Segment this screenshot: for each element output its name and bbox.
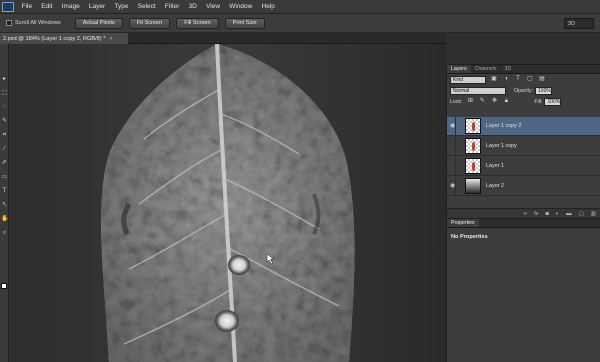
tab-properties[interactable]: Properties — [447, 219, 479, 227]
eraser-tool-icon[interactable]: ▭ — [1, 174, 8, 181]
close-icon[interactable]: × — [109, 36, 112, 42]
properties-panel: Properties No Properties — [447, 218, 600, 362]
tab-channels[interactable]: Channels — [471, 65, 501, 73]
leaf-image — [9, 44, 446, 362]
document-tab-title: 2.psd @ 184% (Layer 1 copy 2, RGB/8) * — [3, 35, 106, 42]
photoshop-logo-icon — [2, 1, 14, 12]
tab-layers[interactable]: Layers — [447, 65, 471, 73]
adjustment-filter-icon[interactable]: ◑ — [502, 76, 510, 83]
properties-panel-tabs: Properties — [447, 219, 600, 228]
panel-strip — [446, 33, 600, 65]
layer-row[interactable]: ◉ Layer 2 — [447, 176, 600, 196]
canvas-area[interactable] — [9, 44, 446, 362]
eye-icon[interactable]: ◉ — [450, 122, 455, 130]
print-size-button[interactable]: Print Size — [224, 17, 265, 29]
fx-icon[interactable]: fx — [534, 211, 538, 217]
menu-bar: File Edit Image Layer Type Select Filter… — [0, 0, 600, 14]
menu-file[interactable]: File — [17, 3, 37, 10]
layer-row[interactable]: ◉ Layer 1 copy 2 — [447, 116, 600, 136]
menu-window[interactable]: Window — [225, 3, 257, 10]
eye-hidden-icon[interactable] — [450, 162, 455, 170]
document-tab-bar: 2.psd @ 184% (Layer 1 copy 2, RGB/8) * × — [0, 33, 447, 44]
adjustment-icon[interactable]: ◐ — [556, 211, 559, 217]
menu-image[interactable]: Image — [57, 3, 84, 10]
kind-filter-dropdown[interactable]: Kind — [450, 75, 486, 84]
pixel-filter-icon[interactable]: ▣ — [490, 76, 498, 83]
shape-filter-icon[interactable]: ▢ — [526, 76, 534, 83]
layer-thumbnail — [465, 158, 481, 174]
menu-items: File Edit Image Layer Type Select Filter… — [17, 3, 280, 10]
eyedropper-tool-icon[interactable]: ⁄ — [1, 146, 8, 153]
layer-thumbnail — [465, 118, 481, 134]
layer-thumbnail — [465, 138, 481, 154]
brush-tool-icon[interactable]: ✐ — [1, 160, 8, 167]
menu-3d[interactable]: 3D — [184, 3, 202, 10]
eye-hidden-icon[interactable] — [450, 142, 455, 150]
layer-row[interactable]: Layer 1 — [447, 156, 600, 176]
menu-help[interactable]: Help — [257, 3, 280, 10]
opacity-label: Opacity: — [514, 87, 534, 94]
lock-label: Lock: — [450, 98, 463, 105]
eye-icon[interactable]: ◉ — [450, 182, 455, 190]
fill-screen-button[interactable]: Fill Screen — [176, 17, 219, 29]
layer-name: Layer 1 copy — [486, 143, 517, 149]
blend-mode-value: Normal — [453, 87, 470, 94]
actual-pixels-button[interactable]: Actual Pixels — [74, 17, 123, 29]
folder-icon[interactable]: ▬ — [566, 211, 572, 217]
blend-row: Normal Opacity: 100% — [447, 85, 600, 96]
zoom-tool-icon[interactable]: ⌕ — [1, 230, 8, 237]
menu-view[interactable]: View — [201, 3, 224, 10]
new-layer-icon[interactable]: ▢ — [579, 211, 584, 217]
lock-position-icon[interactable]: ✥ — [490, 98, 498, 105]
link-icon[interactable]: ∞ — [523, 211, 527, 217]
document-tab[interactable]: 2.psd @ 184% (Layer 1 copy 2, RGB/8) * × — [0, 33, 128, 44]
fill-field[interactable]: 100% — [544, 97, 562, 106]
menu-type[interactable]: Type — [110, 3, 133, 10]
mask-icon[interactable]: ◙ — [545, 211, 548, 217]
type-tool-icon[interactable]: T — [1, 188, 8, 195]
lock-row: Lock: ⊞ ✎ ✥ 🔒︎ Fill: 100% — [447, 96, 600, 107]
path-select-tool-icon[interactable]: ↖ — [1, 202, 8, 209]
scroll-all-checkbox[interactable] — [6, 20, 12, 26]
layer-row[interactable]: Layer 1 copy — [447, 136, 600, 156]
menu-select[interactable]: Select — [133, 3, 160, 10]
opacity-field[interactable]: 100% — [535, 86, 553, 95]
tab-3d[interactable]: 3D — [501, 65, 516, 73]
layer-name: Layer 1 copy 2 — [486, 123, 522, 129]
no-properties-message: No Properties — [451, 234, 488, 240]
lock-image-icon[interactable]: ✎ — [478, 98, 486, 105]
kind-filter-label: Kind — [453, 76, 464, 83]
filter-row: Kind ▣ ◑ T ▢ ▤ — [447, 74, 600, 85]
menu-layer[interactable]: Layer — [84, 3, 109, 10]
scroll-all-label: Scroll All Windows — [15, 20, 61, 26]
layer-name: Layer 2 — [486, 183, 504, 189]
crop-tool-icon[interactable]: ⌗ — [1, 132, 8, 139]
fill-label: Fill: — [534, 98, 543, 105]
hand-tool-icon[interactable]: ✋ — [1, 216, 8, 223]
lasso-tool-icon[interactable]: ◌ — [1, 104, 8, 111]
layer-name: Layer 1 — [486, 163, 504, 169]
tools-panel: ▸ ⬚ ◌ ✎ ⌗ ⁄ ✐ ▭ T ↖ ✋ ⌕ — [0, 44, 9, 362]
layer-thumbnail — [465, 178, 481, 194]
menu-filter[interactable]: Filter — [160, 3, 184, 10]
quick-select-tool-icon[interactable]: ✎ — [1, 118, 8, 125]
menu-edit[interactable]: Edit — [37, 3, 57, 10]
trash-icon[interactable]: ▥ — [591, 211, 596, 217]
foreground-color-swatch[interactable] — [1, 283, 7, 289]
options-bar: Scroll All Windows Actual Pixels Fit Scr… — [0, 14, 600, 33]
smart-object-filter-icon[interactable]: ▤ — [538, 76, 546, 83]
marquee-tool-icon[interactable]: ⬚ — [1, 90, 8, 97]
blend-mode-dropdown[interactable]: Normal — [450, 86, 506, 95]
type-filter-icon[interactable]: T — [514, 76, 522, 83]
layers-panel-tabs: Layers Channels 3D — [447, 65, 600, 74]
lock-all-icon[interactable]: 🔒︎ — [502, 98, 510, 105]
move-tool-icon[interactable]: ▸ — [1, 76, 8, 83]
lock-transparent-icon[interactable]: ⊞ — [466, 98, 474, 105]
fit-screen-button[interactable]: Fit Screen — [128, 17, 171, 29]
layers-panel: Layers Channels 3D Kind ▣ ◑ T ▢ ▤ Normal… — [447, 64, 600, 219]
workspace-dropdown[interactable]: 3D — [564, 18, 594, 29]
